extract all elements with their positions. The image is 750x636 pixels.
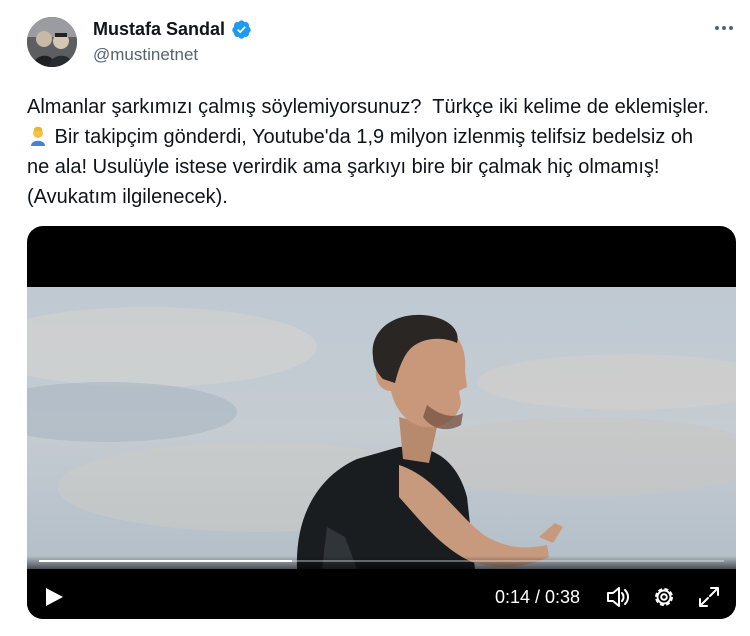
tweet-text-part1: Almanlar şarkımızı çalmış söylemiyorsunu… bbox=[27, 96, 715, 118]
video-frame[interactable] bbox=[27, 287, 736, 569]
settings-icon[interactable] bbox=[651, 584, 677, 610]
video-time: 0:14 / 0:38 bbox=[495, 587, 581, 607]
author-name-row: Mustafa Sandal bbox=[93, 19, 252, 40]
tweet-text-part2: Bir takipçim gönderdi, Youtube'da 1,9 mi… bbox=[27, 126, 699, 208]
verified-badge-icon bbox=[231, 19, 252, 40]
fullscreen-icon[interactable] bbox=[696, 584, 722, 610]
tweet-text: Almanlar şarkımızı çalmış söylemiyorsunu… bbox=[27, 92, 717, 212]
video-player[interactable]: 0:14 / 0:38 bbox=[27, 226, 736, 619]
author-handle[interactable]: @mustinetnet bbox=[93, 45, 198, 65]
more-options-icon[interactable] bbox=[711, 18, 737, 38]
play-icon[interactable] bbox=[43, 586, 65, 608]
video-progress-bar[interactable] bbox=[39, 560, 724, 562]
avatar[interactable] bbox=[27, 17, 77, 67]
volume-icon[interactable] bbox=[605, 584, 631, 610]
man-facepalming-emoji-icon bbox=[29, 125, 47, 146]
video-controls: 0:14 / 0:38 bbox=[27, 556, 736, 619]
video-progress-fill bbox=[39, 560, 293, 562]
author-display-name[interactable]: Mustafa Sandal bbox=[93, 19, 225, 40]
